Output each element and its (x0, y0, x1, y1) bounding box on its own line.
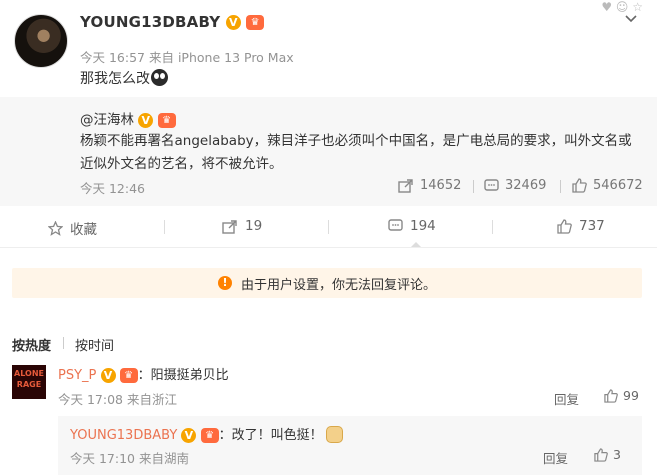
thumbs-up-icon (557, 218, 572, 234)
repost-comment-stat[interactable]: 32469 (484, 178, 546, 193)
thumbs-up-icon (572, 178, 587, 193)
repost-mention[interactable]: @汪海林 (80, 112, 134, 128)
sub-reply-text: ：改了！叫色挺！ (218, 428, 323, 443)
verified-icon: V (181, 428, 197, 443)
divider (164, 220, 165, 234)
crown-icon: ♛ (119, 368, 138, 383)
verified-icon: V (138, 112, 154, 128)
post-source: 来自 iPhone 13 Pro Max (148, 50, 294, 65)
divider (63, 337, 64, 349)
post-author-name[interactable]: YOUNG13DBABY (80, 13, 220, 31)
comment-time: 今天 17:08 来自浙江 (58, 392, 177, 407)
warning-icon: ! (217, 276, 232, 290)
comment-icon (388, 219, 403, 231)
divider (473, 180, 474, 193)
repost-author[interactable]: @汪海林 V ♛ (80, 108, 176, 128)
active-tab-indicator (411, 242, 421, 247)
repost-like-stat[interactable]: 546672 (572, 178, 643, 193)
sort-by-time[interactable]: 按时间 (75, 335, 114, 354)
star-icon (48, 220, 63, 236)
crown-icon: ♛ (246, 15, 265, 30)
sub-reply-time: 今天 17:10 来自湖南 (70, 451, 189, 466)
post-text: 那我怎么改 (80, 68, 168, 88)
crown-icon: ♛ (200, 428, 219, 443)
comment-text: ：阳摄挺弟贝比 (137, 368, 229, 383)
favorite-button[interactable]: 收藏 (48, 218, 97, 238)
post-time[interactable]: 今天 16:57 (80, 50, 145, 65)
doge-emoji-icon (325, 426, 343, 443)
divider (492, 220, 493, 234)
like-button[interactable]: 737 (557, 218, 605, 234)
sub-reply-reply-button[interactable]: 回复 (543, 448, 568, 467)
post-author[interactable]: YOUNG13DBABY V ♛ (80, 13, 265, 31)
comment-reply-button[interactable]: 回复 (554, 389, 579, 408)
post-text-content: 那我怎么改 (80, 71, 150, 87)
chevron-down-icon[interactable] (625, 12, 637, 26)
comment-icon (484, 178, 499, 191)
notice-text: 由于用户设置，你无法回复评论。 (240, 277, 436, 293)
verified-icon: V (100, 368, 116, 383)
divider (328, 220, 329, 234)
repost-text: 杨颖不能再署名angelababy，辣目洋子也必须叫个中国名，是广电总局的要求，… (80, 133, 632, 172)
comment-line: PSY_P V ♛ ：阳摄挺弟贝比 (58, 364, 229, 383)
comment-author-name[interactable]: PSY_P (58, 368, 96, 383)
sort-by-heat[interactable]: 按热度 (12, 335, 51, 354)
sub-reply-like-button[interactable]: 3 (594, 447, 621, 462)
thumbs-up-icon (604, 388, 618, 403)
comment-like-button[interactable]: 99 (604, 388, 639, 403)
thumbs-up-icon (594, 447, 608, 462)
share-icon (222, 219, 237, 234)
share-button[interactable]: 19 (222, 218, 262, 234)
avatar[interactable] (14, 14, 68, 68)
divider (560, 180, 561, 193)
emoji-face-icon (151, 69, 168, 86)
repost-share-stat[interactable]: 14652 (398, 178, 461, 193)
reply-disabled-notice: ! 由于用户设置，你无法回复评论。 (12, 268, 642, 298)
sub-reply-author-name[interactable]: YOUNG13DBABY (70, 428, 177, 443)
share-icon (398, 178, 413, 193)
repost-time[interactable]: 今天 12:46 (80, 178, 145, 197)
sub-reply-line: YOUNG13DBABY V ♛ ：改了！叫色挺！ (70, 424, 343, 443)
crown-icon: ♛ (157, 112, 176, 128)
post-meta: 今天 16:57 来自 iPhone 13 Pro Max (80, 47, 294, 66)
comment-button[interactable]: 194 (388, 218, 436, 234)
verified-icon: V (225, 15, 241, 30)
comment-avatar-text: ALONE RAGE (14, 369, 44, 389)
comment-avatar[interactable]: ALONE RAGE (12, 365, 46, 399)
